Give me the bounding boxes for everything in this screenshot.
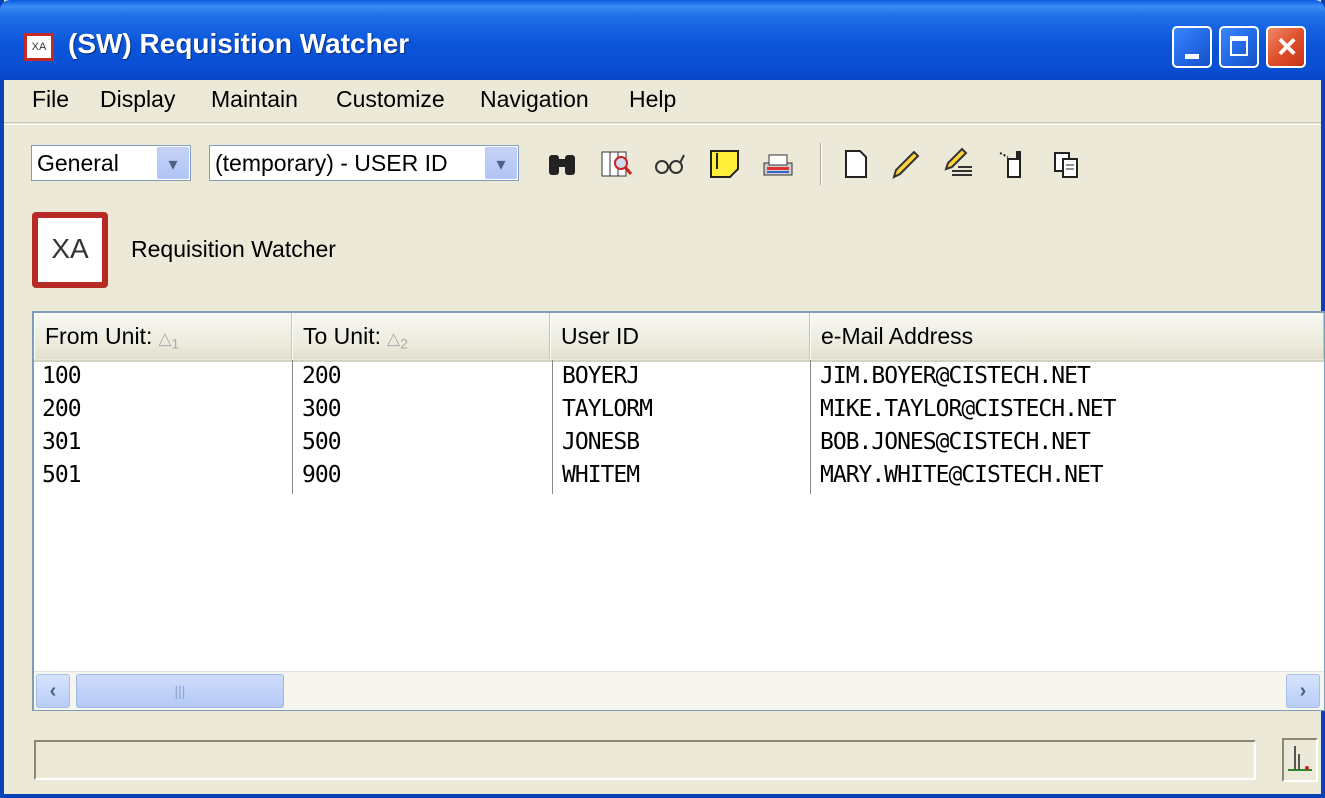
column-header-label: e-Mail Address [821,323,974,349]
edit-list-icon[interactable] [942,147,976,181]
app-window: XA (SW) Requisition Watcher × File Displ… [0,0,1325,798]
column-header-email[interactable]: e-Mail Address [810,313,1324,359]
scroll-thumb[interactable]: ||| [76,674,284,708]
minimize-button[interactable] [1172,26,1212,68]
column-header-from-unit[interactable]: From Unit: △1 [34,313,292,359]
status-bar [34,740,1256,780]
column-header-label: From Unit: [45,323,153,349]
toolbar: General ▾ (temporary) - USER ID ▾ [4,124,1321,205]
view-select[interactable]: General ▾ [31,145,191,181]
grid-zoom-icon[interactable] [599,147,633,181]
menu-bar: File Display Maintain Customize Navigati… [4,80,1321,123]
column-header-label: To Unit: [303,323,381,349]
close-button[interactable]: × [1266,26,1306,68]
grid-header: From Unit: △1 To Unit: △2 User ID e-Mail A… [34,313,1324,362]
table-row[interactable]: 301 500 JONESB BOB.JONES@CISTECH.NET [34,429,1324,462]
chevron-right-icon: › [1299,680,1307,702]
menu-display[interactable]: Display [100,86,175,113]
cell-email: JIM.BOYER@CISTECH.NET [820,363,1091,389]
menu-customize[interactable]: Customize [336,86,445,113]
cell-to-unit: 900 [302,462,342,488]
data-grid[interactable]: From Unit: △1 To Unit: △2 User ID e-Mail A… [32,311,1325,711]
cell-from-unit: 301 [42,429,82,455]
horizontal-scrollbar[interactable]: ‹ ||| › [34,671,1324,710]
menu-file[interactable]: File [32,86,69,113]
table-row[interactable]: 501 900 WHITEM MARY.WHITE@CISTECH.NET [34,462,1324,495]
column-header-label: User ID [561,323,639,349]
chevron-down-icon[interactable]: ▾ [157,147,189,179]
menu-maintain[interactable]: Maintain [211,86,298,113]
menu-navigation[interactable]: Navigation [480,86,589,113]
column-header-to-unit[interactable]: To Unit: △2 [292,313,550,359]
cell-email: MIKE.TAYLOR@CISTECH.NET [820,396,1116,422]
binoculars-find-icon[interactable] [545,147,579,181]
cell-to-unit: 200 [302,363,342,389]
title-bar[interactable]: XA (SW) Requisition Watcher × [0,0,1325,80]
cell-to-unit: 300 [302,396,342,422]
close-icon: × [1277,28,1297,66]
edit-pencil-icon[interactable] [888,147,922,181]
window-title: (SW) Requisition Watcher [68,28,410,59]
table-row[interactable]: 200 300 TAYLORM MIKE.TAYLOR@CISTECH.NET [34,396,1324,429]
minimize-icon [1185,54,1199,59]
cell-user-id: BOYERJ [562,363,640,389]
cell-from-unit: 200 [42,396,82,422]
glasses-view-icon[interactable] [652,147,686,181]
sort-indicator-icon: △1 [158,329,180,353]
app-icon[interactable]: XA [24,33,54,61]
cell-email: MARY.WHITE@CISTECH.NET [820,462,1104,488]
page-title: Requisition Watcher [131,236,336,262]
maximize-icon [1230,36,1248,56]
grip-icon: ||| [174,683,186,699]
print-icon[interactable] [761,147,795,181]
cell-from-unit: 501 [42,462,82,488]
activity-graph-icon [1282,738,1318,782]
view-select-value: General [37,150,119,176]
maximize-button[interactable] [1219,26,1259,68]
new-document-icon[interactable] [838,147,872,181]
cell-to-unit: 500 [302,429,342,455]
cell-email: BOB.JONES@CISTECH.NET [820,429,1091,455]
note-icon[interactable] [708,147,742,181]
scroll-left-button[interactable]: ‹ [36,674,70,708]
chevron-left-icon: ‹ [49,680,57,702]
filter-select[interactable]: (temporary) - USER ID ▾ [209,145,519,181]
table-row[interactable]: 100 200 BOYERJ JIM.BOYER@CISTECH.NET [34,363,1324,396]
scroll-right-button[interactable]: › [1286,674,1320,708]
export-icon[interactable] [996,147,1030,181]
app-logo: XA [32,212,108,288]
menu-help[interactable]: Help [629,86,676,113]
chevron-down-icon[interactable]: ▾ [485,147,517,179]
cell-user-id: TAYLORM [562,396,653,422]
filter-select-value: (temporary) - USER ID [215,150,448,176]
sort-indicator-icon: △2 [386,329,408,353]
cell-user-id: JONESB [562,429,640,455]
cell-user-id: WHITEM [562,462,640,488]
copy-icon[interactable] [1050,147,1084,181]
cell-from-unit: 100 [42,363,82,389]
column-header-user-id[interactable]: User ID [550,313,810,359]
toolbar-separator [820,143,822,185]
